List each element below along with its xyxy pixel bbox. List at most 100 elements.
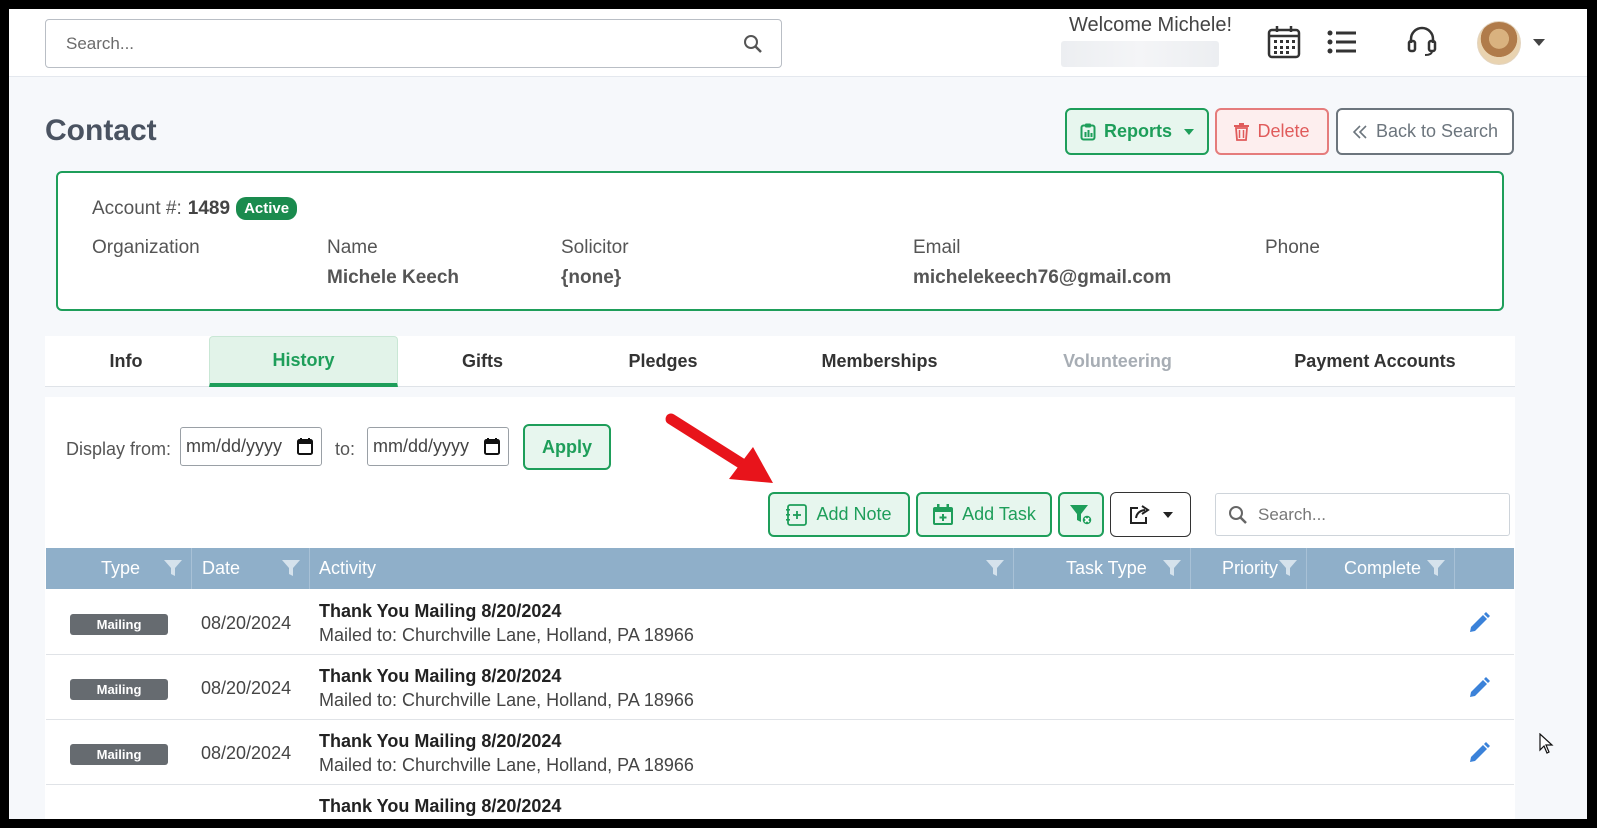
double-chevron-left-icon [1352, 124, 1367, 139]
activity-detail: Mailed to: Churchville Lane, Holland, PA… [319, 690, 694, 710]
column-date-label: Date [202, 558, 241, 578]
app-window: Welcome Michele! Contact Reports Delete … [9, 9, 1587, 819]
to-label: to: [335, 439, 356, 459]
calendar-icon[interactable] [1267, 25, 1301, 59]
clipboard-icon [1080, 123, 1096, 140]
email-value[interactable]: michelekeech76@gmail.com [913, 267, 1171, 289]
export-dropdown-button[interactable] [1110, 492, 1191, 537]
date-to-placeholder: mm/dd/yyyy [373, 436, 470, 456]
reports-button[interactable]: Reports [1065, 108, 1209, 155]
table-row[interactable]: Mailing 08/20/2024 Thank You Mailing 8/2… [46, 655, 1514, 720]
solicitor-label: Solicitor [561, 237, 629, 258]
history-search-box[interactable] [1215, 493, 1510, 536]
column-type-label: Type [101, 558, 141, 578]
back-to-search-button[interactable]: Back to Search [1336, 108, 1514, 155]
activity-detail: Mailed to: Churchville Lane, Holland, PA… [319, 625, 694, 645]
calendar-icon[interactable] [297, 438, 313, 455]
calendar-icon[interactable] [484, 438, 500, 455]
red-arrow-annotation [665, 413, 773, 483]
table-row[interactable]: Mailing 08/20/2024 Thank You Mailing 8/2… [46, 720, 1514, 785]
activity-title: Thank You Mailing 8/20/2024 [319, 666, 562, 686]
solicitor-value: {none} [561, 267, 622, 288]
add-note-label: Add Note [816, 504, 892, 524]
email-label: Email [913, 237, 961, 258]
funnel-icon[interactable] [1426, 558, 1446, 578]
table-row[interactable]: Mailing 08/20/2024 Thank You Mailing 8/2… [46, 590, 1514, 655]
account-number-line: Account #: 1489 Active [92, 197, 298, 220]
organization-label: Organization [92, 237, 200, 258]
tab-pledges[interactable]: Pledges [573, 336, 753, 387]
global-search-box[interactable] [45, 19, 782, 68]
funnel-icon[interactable] [1278, 558, 1298, 578]
column-activity-label: Activity [319, 558, 377, 578]
table-row[interactable]: Thank You Mailing 8/20/2024 [46, 785, 1514, 819]
pencil-icon[interactable] [1467, 676, 1491, 700]
name-value: Michele Keech [327, 267, 459, 288]
column-task-type-label: Task Type [1066, 558, 1147, 578]
column-header-type[interactable]: Type [46, 548, 192, 589]
column-header-date[interactable]: Date [192, 548, 310, 589]
type-badge: Mailing [70, 614, 168, 635]
column-header-task-type[interactable]: Task Type [1014, 548, 1191, 589]
history-search-input[interactable] [1216, 494, 1509, 535]
list-icon[interactable] [1327, 29, 1357, 55]
row-date: 08/20/2024 [201, 613, 292, 633]
search-icon[interactable] [743, 34, 763, 54]
delete-button[interactable]: Delete [1215, 108, 1329, 155]
pencil-icon[interactable] [1467, 611, 1491, 635]
funnel-icon[interactable] [163, 558, 183, 578]
global-search-input[interactable] [46, 20, 781, 67]
date-to-input[interactable]: mm/dd/yyyy [367, 427, 509, 466]
reports-label: Reports [1103, 121, 1172, 141]
add-note-button[interactable]: Add Note [768, 492, 910, 537]
contact-tabs: Info History Gifts Pledges Memberships V… [45, 336, 1515, 387]
headset-icon[interactable] [1407, 25, 1437, 57]
date-from-input[interactable]: mm/dd/yyyy [180, 427, 322, 466]
add-task-button[interactable]: Add Task [916, 492, 1052, 537]
user-subtitle-blurred [1061, 41, 1219, 67]
column-header-complete[interactable]: Complete [1307, 548, 1455, 589]
account-summary-card: Account #: 1489 Active Organization Name… [56, 171, 1504, 311]
activity-title: Thank You Mailing 8/20/2024 [319, 731, 562, 751]
activity-title: Thank You Mailing 8/20/2024 [319, 601, 562, 621]
top-bar: Welcome Michele! [9, 9, 1587, 77]
column-header-activity[interactable]: Activity [310, 548, 1014, 589]
funnel-icon[interactable] [1162, 558, 1182, 578]
funnel-icon[interactable] [985, 558, 1005, 578]
add-task-label: Add Task [962, 504, 1036, 524]
trash-icon [1234, 122, 1250, 141]
type-badge: Mailing [70, 679, 168, 700]
page-title: Contact [45, 114, 157, 147]
row-date: 08/20/2024 [201, 678, 292, 698]
clear-filters-button[interactable] [1058, 492, 1104, 537]
type-badge: Mailing [70, 744, 168, 765]
filter-clear-icon [1070, 504, 1093, 526]
avatar[interactable] [1477, 21, 1521, 65]
back-to-search-label: Back to Search [1375, 121, 1499, 141]
tab-gifts[interactable]: Gifts [400, 336, 565, 387]
column-priority-label: Priority [1222, 558, 1279, 578]
status-badge: Active [236, 197, 298, 220]
column-complete-label: Complete [1344, 558, 1422, 578]
caret-down-icon [1162, 511, 1173, 518]
tab-memberships[interactable]: Memberships [787, 336, 972, 387]
funnel-icon[interactable] [281, 558, 301, 578]
name-label: Name [327, 237, 378, 258]
pencil-icon[interactable] [1467, 741, 1491, 765]
tab-payment-accounts[interactable]: Payment Accounts [1275, 336, 1475, 387]
display-from-label: Display from: [66, 439, 172, 459]
note-add-icon [786, 503, 808, 526]
caret-down-icon [1184, 128, 1194, 135]
mouse-cursor-icon [1539, 733, 1554, 754]
activity-detail: Mailed to: Churchville Lane, Holland, PA… [319, 755, 694, 775]
date-from-placeholder: mm/dd/yyyy [186, 436, 283, 456]
tab-info[interactable]: Info [45, 336, 207, 387]
chevron-down-icon[interactable] [1533, 39, 1545, 46]
row-date: 08/20/2024 [201, 743, 292, 763]
phone-label: Phone [1265, 237, 1320, 258]
account-number-label: Account #: [92, 197, 182, 219]
export-icon [1129, 504, 1150, 524]
column-header-priority[interactable]: Priority [1191, 548, 1307, 589]
apply-button[interactable]: Apply [523, 424, 611, 470]
tab-history[interactable]: History [209, 336, 398, 387]
